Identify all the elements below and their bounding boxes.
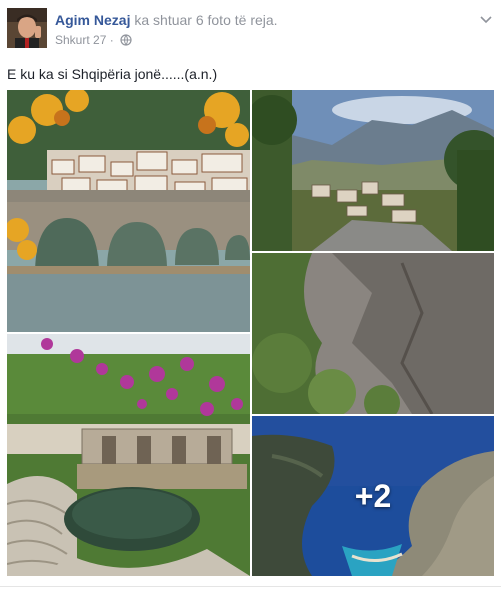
photo-rocky-cliff[interactable] [252,253,494,414]
post-meta: Shkurt 27 · [55,33,132,49]
chevron-down-icon[interactable] [479,12,493,26]
photo-ancient-theatre[interactable] [7,334,250,576]
photo-coastal-bay[interactable]: +2 [252,416,494,576]
meta-separator: · [109,33,114,47]
more-photos-count[interactable]: +2 [252,416,494,576]
post-date-link[interactable]: Shkurt 27 [55,33,106,47]
post-action-text: ka shtuar 6 foto të reja. [134,12,278,28]
globe-icon[interactable] [120,34,132,49]
post-caption: E ku ka si Shqipëria jonë......(a.n.) [7,66,218,82]
author-avatar[interactable] [7,8,47,48]
photo-mountain-village[interactable] [252,90,494,251]
post-header: Agim Nezaj ka shtuar 6 foto të reja. Shk… [0,0,501,56]
author-line: Agim Nezaj ka shtuar 6 foto të reja. [55,12,278,28]
author-name-link[interactable]: Agim Nezaj [55,12,130,28]
photo-berat-bridge[interactable] [7,90,250,332]
